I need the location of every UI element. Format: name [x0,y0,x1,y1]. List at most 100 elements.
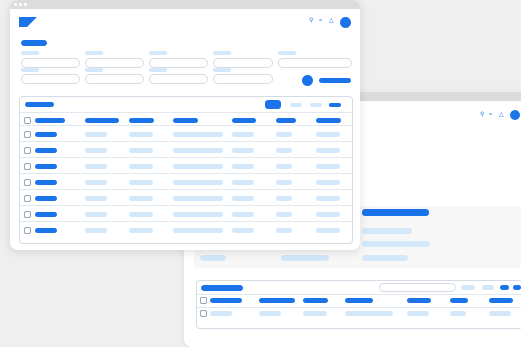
filter-input[interactable] [149,74,208,84]
table-search-input[interactable] [379,283,456,292]
select-all-checkbox[interactable] [200,297,207,304]
table-cell [173,180,223,185]
row-link[interactable] [35,148,57,153]
table-cell [173,196,223,201]
column-header[interactable] [303,298,328,303]
wifi-icon[interactable]: ≈ [319,18,322,24]
table-cell [85,180,107,185]
column-header[interactable] [259,298,295,303]
table-cell [276,132,292,137]
reset-icon[interactable] [302,75,313,86]
table-cell [210,311,232,316]
window-dot[interactable] [14,3,17,6]
table-row[interactable] [20,127,352,141]
filter-input[interactable] [21,58,80,68]
filter-input[interactable] [149,58,208,68]
column-header[interactable] [85,118,119,123]
summary-title [362,209,429,216]
filter-input[interactable] [85,74,144,84]
row-checkbox[interactable] [24,163,31,170]
row-checkbox[interactable] [24,131,31,138]
table-row[interactable] [20,207,352,221]
wifi-icon[interactable]: ≈ [489,112,492,118]
avatar[interactable] [340,17,351,28]
table-cell [129,212,153,217]
toolbar-button[interactable] [500,285,509,290]
row-checkbox[interactable] [24,179,31,186]
table-cell [232,132,254,137]
toolbar-button[interactable] [482,285,494,290]
table-cell [85,212,107,217]
filter-input[interactable] [213,74,273,84]
table-row[interactable] [20,175,352,189]
table-cell [489,311,511,316]
toolbar-button[interactable] [461,285,475,290]
table-cell [316,148,340,153]
filter-input[interactable] [21,74,80,84]
table-cell [173,164,223,169]
toolbar-button[interactable] [310,103,322,107]
search-icon[interactable]: ⚲ [309,18,313,24]
column-header[interactable] [129,118,154,123]
avatar[interactable] [510,110,520,120]
column-header[interactable] [276,118,296,123]
logo-icon [19,17,37,27]
row-link[interactable] [35,212,57,217]
filter-input[interactable] [85,58,144,68]
column-header[interactable] [345,298,373,303]
table-cell [316,212,340,217]
table-cell [316,164,340,169]
table-cell [173,132,223,137]
table-cell [316,228,340,233]
table-cell [345,311,393,316]
column-header[interactable] [210,298,242,303]
row-checkbox[interactable] [200,310,207,317]
row-checkbox[interactable] [24,195,31,202]
column-header[interactable] [35,118,65,123]
column-header[interactable] [489,298,513,303]
select-all-checkbox[interactable] [24,117,31,124]
toolbar-button-primary[interactable] [265,100,281,109]
toolbar-button[interactable] [290,103,302,107]
table-cell [303,311,327,316]
row-link[interactable] [35,180,57,185]
bell-icon[interactable]: △ [499,112,504,118]
table-cell [276,164,292,169]
column-header[interactable] [407,298,431,303]
table-cell [173,212,223,217]
search-icon[interactable]: ⚲ [480,112,484,118]
table-cell [276,196,292,201]
row-checkbox[interactable] [24,211,31,218]
summary-line [362,228,412,234]
filter-input[interactable] [213,58,273,68]
window-dot[interactable] [19,3,22,6]
table-row[interactable] [20,159,352,173]
row-checkbox[interactable] [24,147,31,154]
table-row[interactable] [20,223,352,237]
toolbar-button[interactable] [329,103,341,107]
row-link[interactable] [35,228,57,233]
column-header[interactable] [232,118,256,123]
column-header[interactable] [450,298,468,303]
summary-line [281,255,329,261]
table-row[interactable] [20,143,352,157]
toolbar-button[interactable] [513,285,521,290]
window-dot[interactable] [24,3,27,6]
table-cell [232,196,254,201]
bell-icon[interactable]: △ [329,18,334,24]
filter-input[interactable] [278,58,352,68]
filter-label [85,68,103,72]
column-header[interactable] [173,118,198,123]
table-cell [232,148,254,153]
table-cell [129,196,153,201]
table-title [201,285,243,291]
table-cell [129,132,153,137]
filter-label [213,51,231,55]
column-header[interactable] [316,118,341,123]
row-checkbox[interactable] [24,227,31,234]
row-link[interactable] [35,164,57,169]
row-link[interactable] [35,132,57,137]
table-row[interactable] [20,191,352,205]
row-link[interactable] [35,196,57,201]
search-button[interactable] [319,78,351,83]
